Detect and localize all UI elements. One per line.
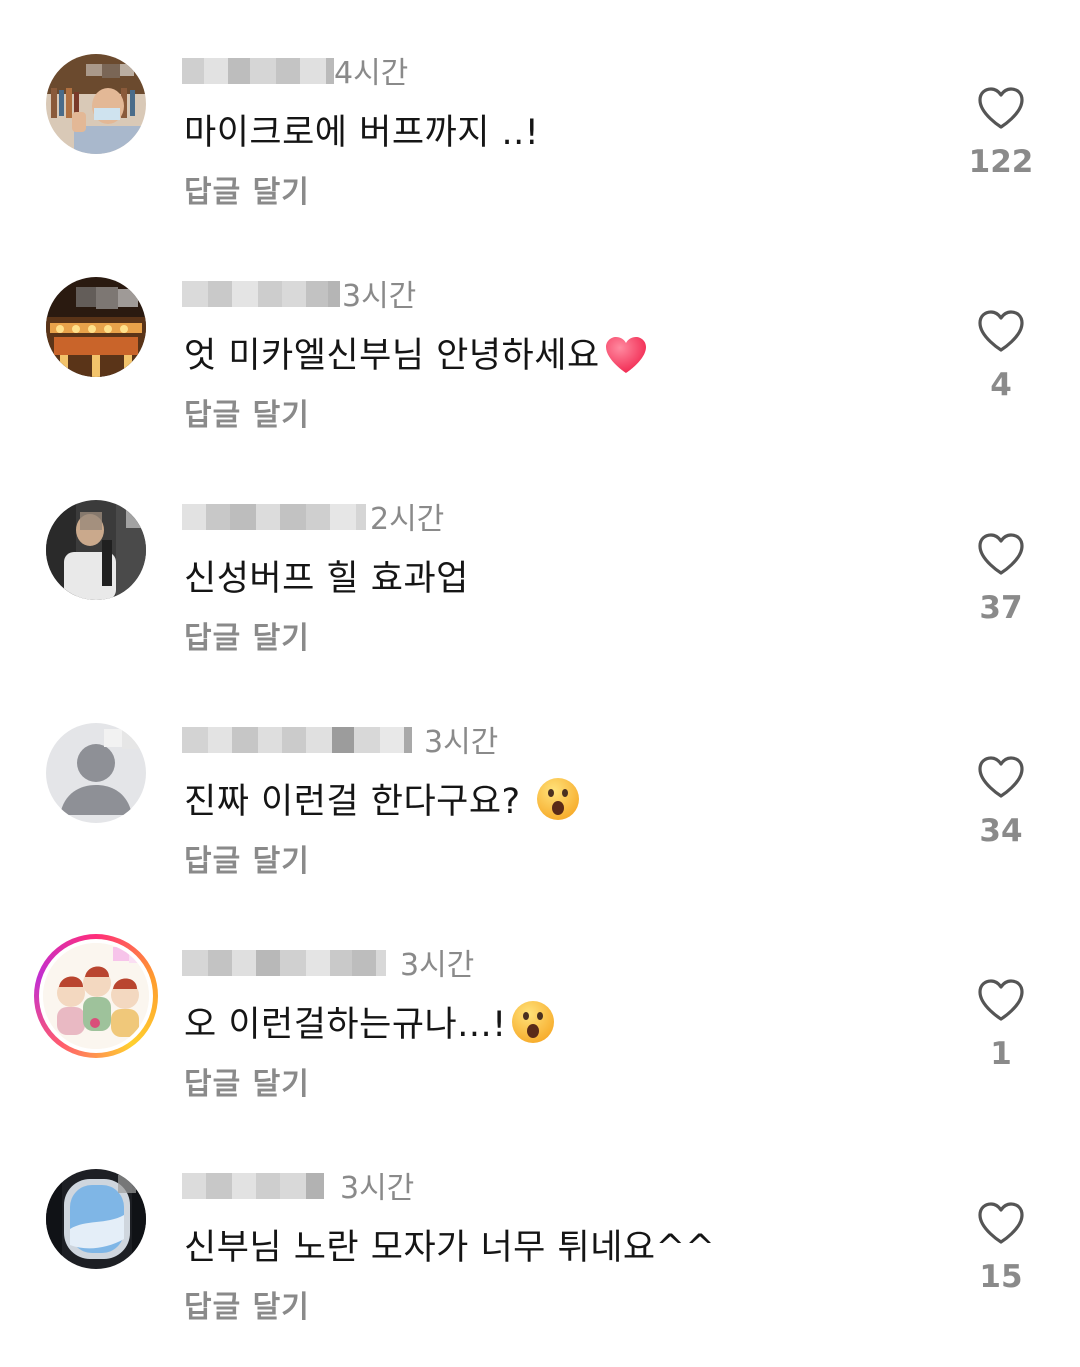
username-redacted[interactable] [182,950,386,976]
comment-item: 3시간 신부님 노란 모자가 너무 튀네요^^ 답글 달기 15 [0,1115,1080,1338]
comment-time: 4시간 [334,56,409,91]
comment-time: 3시간 [342,279,417,314]
comment-time: 3시간 [400,948,475,983]
like-count: 122 [968,144,1034,180]
username-redacted[interactable] [182,727,412,753]
comment-item: 3시간 진짜 이런걸 한다구요? 답글 달기 34 [0,669,1080,892]
reply-button[interactable]: 답글 달기 [184,836,310,880]
reply-button[interactable]: 답글 달기 [184,1282,310,1326]
like-count: 37 [979,590,1023,626]
comment-text: 신성버프 힐 효과업 [184,559,469,599]
heart-outline-icon [978,1202,1024,1244]
story-avatar[interactable] [34,934,158,1058]
username-redacted[interactable] [182,281,340,307]
surprised-face-emoji [511,1000,555,1053]
like-count: 1 [990,1036,1012,1072]
comment-text: 오 이런걸하는규나...! [184,996,555,1053]
comment-text: 신부님 노란 모자가 너무 튀네요^^ [184,1228,716,1268]
red-heart-emoji [604,335,648,384]
username-redacted[interactable] [182,58,334,84]
avatar-default[interactable] [46,723,146,823]
reply-button[interactable]: 답글 달기 [184,1059,310,1103]
comment-item: 3시간 오 이런걸하는규나...! 답글 달기 1 [0,892,1080,1115]
comment-time: 3시간 [340,1171,415,1206]
comment-text: 엇 미카엘신부님 안녕하세요 [184,327,648,384]
avatar[interactable] [46,277,146,377]
avatar [43,943,149,1049]
reply-button[interactable]: 답글 달기 [184,167,310,211]
comment-item: 2시간 신성버프 힐 효과업 답글 달기 37 [0,446,1080,669]
like-button[interactable]: 1 [960,978,1042,1072]
heart-outline-icon [978,533,1024,575]
username-redacted[interactable] [182,504,366,530]
like-count: 15 [979,1259,1023,1295]
like-button[interactable]: 34 [960,755,1042,849]
comment-text: 진짜 이런걸 한다구요? [184,773,580,830]
comment-item: 4시간 마이크로에 버프까지 ..! 답글 달기 122 [0,0,1080,223]
like-button[interactable]: 15 [960,1201,1042,1295]
username-redacted[interactable] [182,1173,324,1199]
surprised-face-emoji [536,777,580,830]
avatar[interactable] [46,54,146,154]
heart-outline-icon [978,87,1024,129]
comment-time: 2시간 [370,502,445,537]
avatar[interactable] [46,1169,146,1269]
reply-button[interactable]: 답글 달기 [184,613,310,657]
like-button[interactable]: 37 [960,532,1042,626]
heart-outline-icon [978,979,1024,1021]
heart-outline-icon [978,756,1024,798]
avatar[interactable] [46,500,146,600]
like-button[interactable]: 4 [960,309,1042,403]
reply-button[interactable]: 답글 달기 [184,390,310,434]
like-button[interactable]: 122 [960,86,1042,180]
comment-item: 3시간 엇 미카엘신부님 안녕하세요 답글 달기 4 [0,223,1080,446]
like-count: 34 [979,813,1023,849]
like-count: 4 [990,367,1012,403]
comment-time: 3시간 [424,725,499,760]
heart-outline-icon [978,310,1024,352]
comment-text: 마이크로에 버프까지 ..! [184,113,540,153]
